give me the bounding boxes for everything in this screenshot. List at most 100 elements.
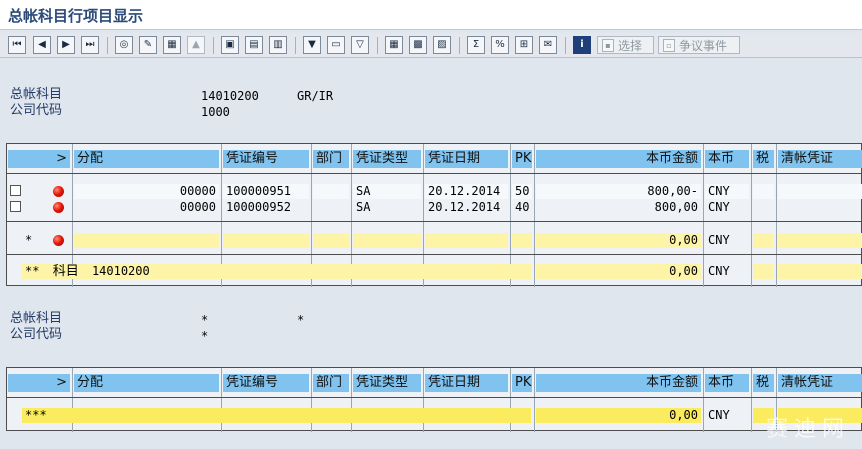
first-page-icon[interactable]: ⏮ xyxy=(8,36,26,54)
status-red-icon xyxy=(53,235,64,246)
col-doc-number[interactable]: 凭证编号 xyxy=(223,150,309,168)
cell-posting-key: 50 xyxy=(512,184,532,199)
gl-account-value-2: * xyxy=(201,313,209,327)
subtotal-fill xyxy=(778,233,862,248)
col-department[interactable]: 部门 xyxy=(313,374,349,392)
col-clearing-doc[interactable]: 清帐凭证 xyxy=(778,150,862,168)
col-tax[interactable]: 税 xyxy=(753,374,774,392)
gl-account-description: GR/IR xyxy=(297,89,334,103)
subtotal-fill xyxy=(313,233,349,248)
subtotal-marker: * xyxy=(25,233,33,247)
cell-tax xyxy=(753,184,774,199)
company-code-label: 公司代码 xyxy=(10,103,63,118)
prev-page-icon[interactable]: ◀ xyxy=(33,36,51,54)
subtotal-fill xyxy=(223,233,309,248)
account-total-label: ** 科目 14010200 xyxy=(22,264,531,279)
line-item-table: > 分配 凭证编号 部门 凭证类型 凭证日期 PK 本币金额 本币 税 清帐凭证… xyxy=(6,143,862,287)
account-total-currency: CNY xyxy=(708,264,730,278)
doc-print-icon[interactable]: ▥ xyxy=(269,36,287,54)
doc-overview-icon[interactable]: ▣ xyxy=(221,36,239,54)
col-doc-type[interactable]: 凭证类型 xyxy=(353,150,421,168)
grand-total-table: > 分配 凭证编号 部门 凭证类型 凭证日期 PK 本币金额 本币 税 清帐凭证… xyxy=(6,367,862,432)
cell-currency: CNY xyxy=(708,200,730,214)
cell-doc-type: SA xyxy=(356,200,371,214)
grand-total-amount: 0,00 xyxy=(536,408,701,423)
row-select-checkbox[interactable] xyxy=(10,201,21,212)
print-icon[interactable]: ▭ xyxy=(327,36,345,54)
col-department[interactable]: 部门 xyxy=(313,150,349,168)
window-title: 总帐科目行项目显示 xyxy=(8,7,144,25)
cell-amount: 800,00 xyxy=(654,200,698,214)
stamp-icon[interactable]: ▲ xyxy=(187,36,205,54)
cell-tax xyxy=(753,200,774,215)
company-code-label-2: 公司代码 xyxy=(10,327,63,342)
cell-currency: CNY xyxy=(705,184,749,199)
subtotal-amount: 0,00 xyxy=(536,233,701,248)
col-assignment[interactable]: 分配 xyxy=(74,374,219,392)
next-page-icon[interactable]: ▶ xyxy=(57,36,75,54)
col-assignment[interactable]: 分配 xyxy=(74,150,219,168)
layout-save-icon[interactable]: ▨ xyxy=(433,36,451,54)
grand-total-currency: CNY xyxy=(708,408,730,422)
col-posting-key[interactable]: PK xyxy=(512,150,532,168)
col-doc-date[interactable]: 凭证日期 xyxy=(425,374,508,392)
col-doc-date[interactable]: 凭证日期 xyxy=(425,150,508,168)
col-currency[interactable]: 本币 xyxy=(705,150,749,168)
export-icon[interactable]: ⊞ xyxy=(515,36,533,54)
gl-account-label-2: 总帐科目 xyxy=(10,311,63,326)
col-currency[interactable]: 本币 xyxy=(705,374,749,392)
subtotal-fill xyxy=(753,233,774,248)
watermark-logo: 赛迪网 xyxy=(765,417,850,442)
dispute-event-button-label: 争议事件 xyxy=(679,38,728,53)
account-total-marker: ** xyxy=(25,264,40,278)
select-button-label: 选择 xyxy=(618,38,643,53)
info-icon[interactable]: i xyxy=(573,36,591,54)
cell-doc-date: 20.12.2014 xyxy=(425,184,508,199)
col-expand[interactable]: > xyxy=(8,150,70,168)
cell-clearing-doc xyxy=(778,200,862,215)
cell-doc-type: SA xyxy=(353,184,421,199)
subtotal-fill xyxy=(425,233,508,248)
pencil-icon[interactable]: ✎ xyxy=(139,36,157,54)
layout-icon[interactable]: ▦ xyxy=(385,36,403,54)
col-clearing-doc[interactable]: 清帐凭证 xyxy=(778,374,862,392)
col-doc-type[interactable]: 凭证类型 xyxy=(353,374,421,392)
cell-assignment: 00000 xyxy=(179,200,216,214)
gl-account-label: 总帐科目 xyxy=(10,87,63,102)
dispute-event-button[interactable]: ▫ 争议事件 xyxy=(658,36,740,54)
cell-assignment: 00000 xyxy=(74,184,219,199)
cell-doc-number[interactable]: 100000952 xyxy=(223,200,309,215)
subtotal-fill xyxy=(512,233,532,248)
account-total-fill xyxy=(753,264,774,279)
cell-doc-number[interactable]: 100000951 xyxy=(223,184,309,199)
mail-icon[interactable]: ✉ xyxy=(539,36,557,54)
select-button[interactable]: ▪ 选择 xyxy=(597,36,654,54)
glasses-icon[interactable]: ◎ xyxy=(115,36,133,54)
row-select-checkbox[interactable] xyxy=(10,185,21,196)
gl-account-value: 14010200 xyxy=(201,89,259,103)
col-amount[interactable]: 本币金额 xyxy=(536,374,701,392)
title-bar: 总帐科目行项目显示 xyxy=(0,0,862,30)
account-total-number: 14010200 xyxy=(91,264,150,278)
account-total-text: 科目 xyxy=(52,264,79,279)
grand-total-marker: *** xyxy=(22,408,531,423)
cell-posting-key: 40 xyxy=(515,200,530,214)
col-expand[interactable]: > xyxy=(8,374,70,392)
col-posting-key[interactable]: PK xyxy=(512,374,532,392)
last-page-icon[interactable]: ⏭ xyxy=(81,36,99,54)
doc-display-icon[interactable]: ▤ xyxy=(245,36,263,54)
subtotal-icon[interactable]: % xyxy=(491,36,509,54)
status-red-icon xyxy=(53,202,64,213)
col-doc-number[interactable]: 凭证编号 xyxy=(223,374,309,392)
col-tax[interactable]: 税 xyxy=(753,150,774,168)
grid-icon[interactable]: ▦ xyxy=(163,36,181,54)
cell-department xyxy=(313,200,349,215)
account-total-fill xyxy=(778,264,862,279)
cell-amount: 800,00- xyxy=(536,184,701,199)
layout-change-icon[interactable]: ▩ xyxy=(409,36,427,54)
filter-icon[interactable]: ▼ xyxy=(303,36,321,54)
application-toolbar: ⏮ ◀ ▶ ⏭ ◎ ✎ ▦ ▲ ▣ ▤ ▥ ▼ ▭ ▽ ▦ ▩ ▨ Σ % ⊞ … xyxy=(0,33,862,58)
col-amount[interactable]: 本币金额 xyxy=(536,150,701,168)
sum-icon[interactable]: Σ xyxy=(467,36,485,54)
filter-set-icon[interactable]: ▽ xyxy=(351,36,369,54)
